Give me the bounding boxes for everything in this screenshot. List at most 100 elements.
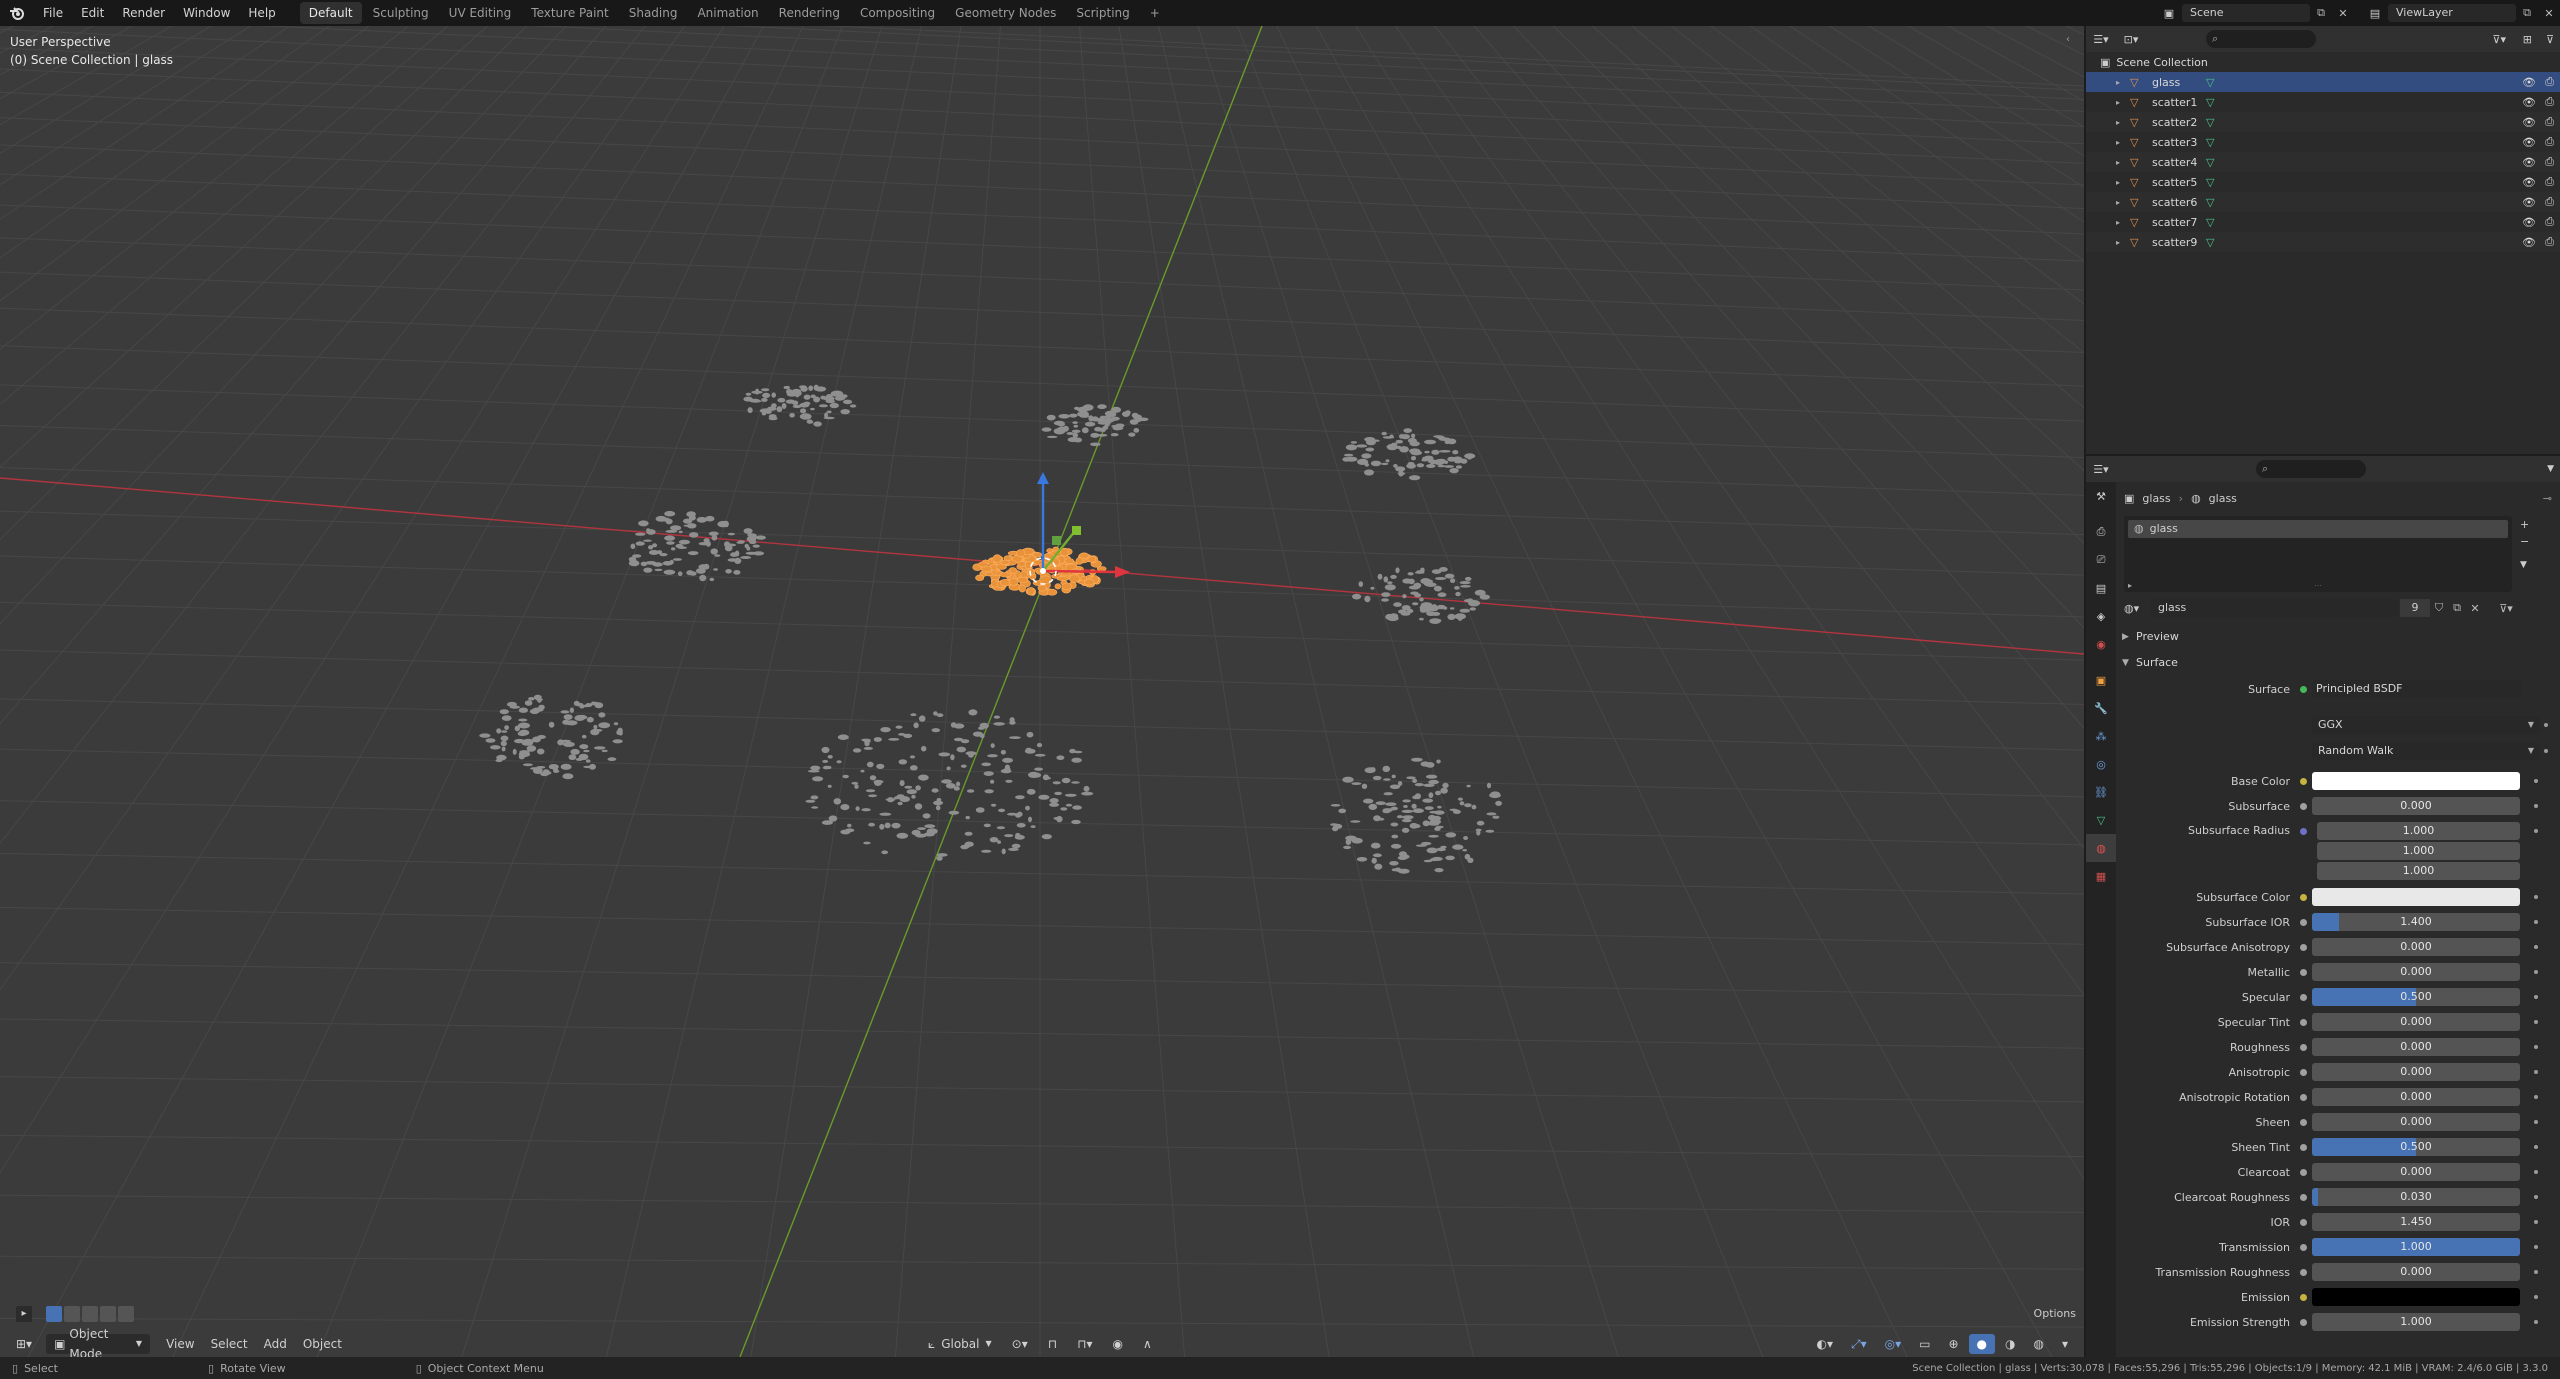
particles-icon[interactable]: ⁂ xyxy=(2086,722,2116,750)
outliner-item-label[interactable]: scatter6 xyxy=(2152,196,2206,209)
select-new-icon[interactable] xyxy=(46,1306,62,1322)
user-count[interactable]: 9 xyxy=(2400,599,2430,617)
new-collection-icon[interactable]: ⊞ xyxy=(2523,33,2532,46)
camera-icon[interactable]: ⎙ xyxy=(2545,95,2554,109)
camera-icon[interactable]: ⎙ xyxy=(2545,215,2554,229)
visibility-icon[interactable]: ◐▾ xyxy=(1808,1334,1841,1354)
duplicate-material-icon[interactable]: ⧉ xyxy=(2448,601,2466,615)
keyframe-dot-icon[interactable] xyxy=(2534,995,2538,999)
mesh-data-icon[interactable]: ▽ xyxy=(2206,116,2214,129)
select-invert-icon[interactable] xyxy=(100,1306,116,1322)
keyframe-dot-icon[interactable] xyxy=(2534,1270,2538,1274)
menu-edit[interactable]: Edit xyxy=(72,0,113,26)
mesh-data-icon[interactable]: ▽ xyxy=(2206,96,2214,109)
keyframe-dot-icon[interactable] xyxy=(2544,749,2548,753)
vector-field-1[interactable]: 1.000 xyxy=(2317,842,2520,860)
viewport-menu-object[interactable]: Object xyxy=(295,1334,350,1354)
blender-logo-icon[interactable] xyxy=(0,0,34,26)
workspace-tab-geometry-nodes[interactable]: Geometry Nodes xyxy=(946,2,1065,24)
socket-icon[interactable] xyxy=(2300,1243,2307,1251)
falloff-icon[interactable]: ∧ xyxy=(1135,1334,1160,1354)
texture-icon[interactable]: ▦ xyxy=(2086,862,2116,890)
expand-arrow-icon[interactable]: ▸ xyxy=(2116,138,2130,147)
filter-icon[interactable]: ⊽▾ xyxy=(2494,602,2518,615)
add-slot-icon[interactable]: + xyxy=(2520,518,2529,531)
socket-icon[interactable] xyxy=(2300,1018,2307,1026)
socket-icon[interactable] xyxy=(2300,1318,2307,1326)
socket-icon[interactable] xyxy=(2300,1218,2307,1226)
keyframe-dot-icon[interactable] xyxy=(2534,804,2538,808)
keyframe-dot-icon[interactable] xyxy=(2534,829,2538,833)
menu-window[interactable]: Window xyxy=(174,0,239,26)
keyframe-dot-icon[interactable] xyxy=(2534,1020,2538,1024)
keyframe-dot-icon[interactable] xyxy=(2534,779,2538,783)
socket-icon[interactable] xyxy=(2300,1193,2307,1201)
socket-icon[interactable] xyxy=(2300,1118,2307,1126)
menu-file[interactable]: File xyxy=(34,0,72,26)
keyframe-dot-icon[interactable] xyxy=(2534,1220,2538,1224)
socket-icon[interactable] xyxy=(2300,893,2307,901)
scene-icon[interactable]: ▣ xyxy=(2156,7,2182,20)
properties-search-input[interactable]: ⌕ xyxy=(2256,460,2366,478)
rendered-shading-icon[interactable]: ◍ xyxy=(2025,1334,2051,1354)
eye-icon[interactable]: 👁 xyxy=(2522,216,2536,229)
material-preview-icon[interactable]: ◑ xyxy=(1997,1334,2023,1354)
outliner-item-scatter6[interactable]: ▸ ▽ scatter6 ▽ 👁 ⎙ xyxy=(2086,192,2560,212)
slider-clearcoat-roughness[interactable]: 0.030 xyxy=(2312,1188,2520,1206)
color-swatch-emission[interactable] xyxy=(2312,1288,2520,1306)
socket-icon[interactable] xyxy=(2300,943,2307,951)
overlay-toggle-icon[interactable]: ◎▾ xyxy=(1877,1334,1910,1354)
socket-icon[interactable] xyxy=(2300,918,2307,926)
slider-ior[interactable]: 1.450 xyxy=(2312,1213,2520,1231)
eye-icon[interactable]: 👁 xyxy=(2522,236,2536,249)
new-view-layer-icon[interactable]: ⧉ xyxy=(2516,6,2538,20)
eye-icon[interactable]: 👁 xyxy=(2522,136,2536,149)
socket-icon[interactable] xyxy=(2300,1293,2307,1301)
scene-selector[interactable]: Scene xyxy=(2182,4,2310,22)
eye-icon[interactable]: 👁 xyxy=(2522,196,2536,209)
socket-icon[interactable] xyxy=(2300,1168,2307,1176)
socket-icon[interactable] xyxy=(2300,1068,2307,1076)
filter-toggle-icon[interactable]: ⊽ xyxy=(2546,33,2554,46)
unlink-material-icon[interactable]: ✕ xyxy=(2466,602,2484,615)
display-mode-icon[interactable]: ⊡▾ xyxy=(2116,33,2146,46)
eye-icon[interactable]: 👁 xyxy=(2522,116,2536,129)
outliner-item-label[interactable]: scatter1 xyxy=(2152,96,2206,109)
mesh-data-icon[interactable]: ▽ xyxy=(2206,176,2214,189)
preview-panel-header[interactable]: ▶ Preview xyxy=(2116,626,2560,648)
subsurface-method-selector[interactable]: Random Walk ▼ xyxy=(2312,742,2540,760)
outliner-item-label[interactable]: scatter2 xyxy=(2152,116,2206,129)
slider-sheen-tint[interactable]: 0.500 xyxy=(2312,1138,2520,1156)
render-icon[interactable]: ⎙ xyxy=(2086,518,2116,546)
distribution-selector[interactable]: GGX ▼ xyxy=(2312,716,2540,734)
solid-shading-icon[interactable]: ● xyxy=(1968,1333,1995,1354)
transform-orientation-selector[interactable]: ⟀ Global ▼ xyxy=(920,1334,1000,1354)
outliner-search-input[interactable]: ⌕ xyxy=(2206,30,2316,48)
object-icon[interactable]: ▣ xyxy=(2086,666,2116,694)
proportional-edit-icon[interactable]: ◉ xyxy=(1104,1334,1130,1354)
outliner-item-scatter5[interactable]: ▸ ▽ scatter5 ▽ 👁 ⎙ xyxy=(2086,172,2560,192)
select-intersect-icon[interactable] xyxy=(118,1306,134,1322)
modifier-icon[interactable]: 🔧 xyxy=(2086,694,2116,722)
menu-render[interactable]: Render xyxy=(113,0,174,26)
mesh-data-icon[interactable]: ▽ xyxy=(2206,196,2214,209)
surface-shader-selector[interactable]: Principled BSDF xyxy=(2312,680,2522,698)
camera-icon[interactable]: ⎙ xyxy=(2545,155,2554,169)
keyframe-dot-icon[interactable] xyxy=(2534,1095,2538,1099)
gizmo-toggle-icon[interactable]: ⤢▾ xyxy=(1843,1334,1875,1354)
tool-icon[interactable]: ⚒ xyxy=(2086,482,2116,510)
outliner-item-scatter1[interactable]: ▸ ▽ scatter1 ▽ 👁 ⎙ xyxy=(2086,92,2560,112)
mesh-data-icon[interactable]: ▽ xyxy=(2206,216,2214,229)
workspace-tab-scripting[interactable]: Scripting xyxy=(1067,2,1138,24)
slider-transmission[interactable]: 1.000 xyxy=(2312,1238,2520,1256)
slider-specular[interactable]: 0.500 xyxy=(2312,988,2520,1006)
eye-icon[interactable]: 👁 xyxy=(2522,76,2536,89)
expand-arrow-icon[interactable]: ▸ xyxy=(2116,118,2130,127)
slider-subsurface-ior[interactable]: 1.400 xyxy=(2312,913,2520,931)
socket-icon[interactable] xyxy=(2300,1268,2307,1276)
expand-icon[interactable]: ▸ xyxy=(2128,581,2132,590)
expand-arrow-icon[interactable]: ▸ xyxy=(2116,178,2130,187)
add-workspace-button[interactable]: + xyxy=(1141,2,1169,24)
workspace-tab-texture-paint[interactable]: Texture Paint xyxy=(522,2,617,24)
outliner-item-scatter2[interactable]: ▸ ▽ scatter2 ▽ 👁 ⎙ xyxy=(2086,112,2560,132)
